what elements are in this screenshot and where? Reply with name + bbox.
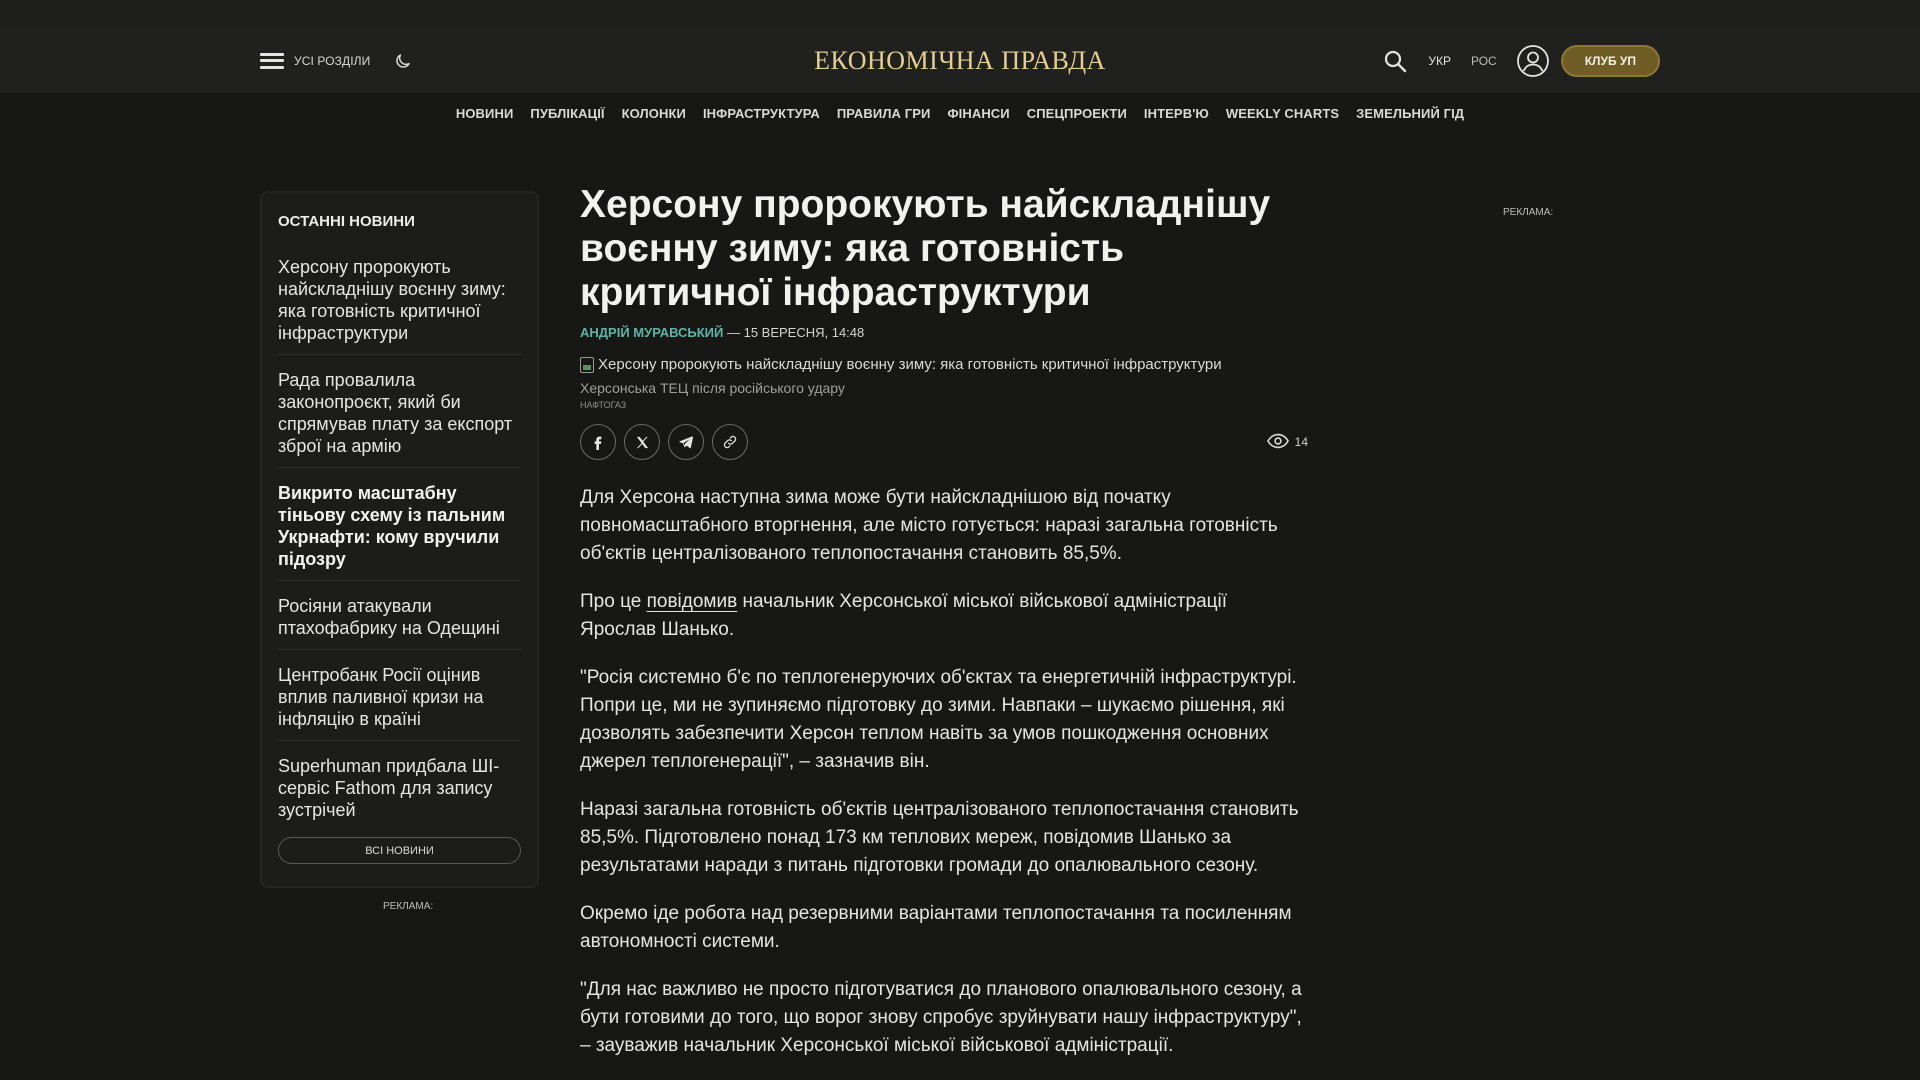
- nav-item-columns[interactable]: КОЛОНКИ: [622, 106, 686, 121]
- link-icon[interactable]: [712, 424, 748, 460]
- nav-item-land-guide[interactable]: ЗЕМЕЛЬНИЙ ГІД: [1356, 106, 1464, 121]
- header-right: УКР РОС КЛУБ УП: [1382, 28, 1660, 93]
- nav-item-interview[interactable]: ІНТЕРВ'Ю: [1144, 106, 1209, 121]
- views-count: 14: [1294, 435, 1308, 449]
- list-item[interactable]: Рада провалила законопроєкт, який би спр…: [278, 355, 521, 468]
- ad-label-right: РЕКЛАМА:: [1503, 207, 1554, 218]
- article-paragraph: Окремо іде робота над резервними варіант…: [580, 903, 1292, 952]
- image-credit: НАФТОГАЗ: [580, 400, 627, 410]
- broken-image-icon: [580, 356, 594, 373]
- nav-item-finance[interactable]: ФІНАНСИ: [947, 106, 1009, 121]
- article-paragraph: Для Херсона наступна зима може бути найс…: [580, 487, 1278, 564]
- byline: АНДРІЙ МУРАВСЬКИЙ — 15 ВЕРЕСНЯ, 14:48: [580, 325, 1308, 340]
- hamburger-icon[interactable]: [260, 52, 284, 69]
- all-sections-link[interactable]: УСІ РОЗДІЛИ: [294, 54, 370, 68]
- article-image: Херсону пророкують найскладнішу воєнну з…: [580, 356, 1308, 373]
- author-link[interactable]: АНДРІЙ МУРАВСЬКИЙ: [580, 325, 723, 340]
- source-link[interactable]: повідомив: [647, 591, 738, 612]
- nav-item-special-projects[interactable]: СПЕЦПРОЕКТИ: [1027, 106, 1127, 121]
- article-title: Херсону пророкують найскладнішу воєнну з…: [580, 183, 1271, 314]
- article-paragraph: Наразі загальна готовність об'єктів цент…: [580, 799, 1299, 876]
- nav-item-weekly-charts[interactable]: WEEKLY CHARTS: [1226, 106, 1339, 121]
- facebook-icon[interactable]: [580, 424, 616, 460]
- nav-item-infrastructure[interactable]: ІНФРАСТРУКТУРА: [703, 106, 820, 121]
- paragraph-text: Про це: [580, 591, 647, 612]
- list-item[interactable]: Херсону пророкують найскладнішу воєнну з…: [278, 242, 521, 355]
- article-paragraph: "Для нас важливо не просто підготуватися…: [580, 979, 1302, 1056]
- image-alt-text: Херсону пророкують найскладнішу воєнну з…: [598, 356, 1222, 373]
- search-icon[interactable]: [1382, 48, 1408, 74]
- page-content: ОСТАННІ НОВИНИ Херсону пророкують найскл…: [0, 133, 1920, 1080]
- lang-ukr[interactable]: УКР: [1428, 54, 1451, 68]
- main-nav: НОВИНИ ПУБЛІКАЦІЇ КОЛОНКИ ІНФРАСТРУКТУРА…: [0, 93, 1920, 133]
- lang-ros[interactable]: РОС: [1471, 54, 1497, 68]
- site-header: УСІ РОЗДІЛИ ЕКОНОМІЧНА ПРАВДА УКР РОС КЛ…: [0, 28, 1920, 93]
- nav-item-rules[interactable]: ПРАВИЛА ГРИ: [837, 106, 931, 121]
- telegram-icon[interactable]: [668, 424, 704, 460]
- article: Херсону пророкують найскладнішу воєнну з…: [580, 183, 1308, 1080]
- top-strip: [0, 0, 1920, 28]
- list-item[interactable]: Центробанк Росії оцінив вплив паливної к…: [278, 650, 521, 741]
- moon-icon[interactable]: [392, 50, 414, 72]
- latest-news-title: ОСТАННІ НОВИНИ: [278, 213, 415, 230]
- article-paragraph: Про це повідомив начальник Херсонської м…: [580, 588, 1308, 644]
- site-logo[interactable]: ЕКОНОМІЧНА ПРАВДА: [814, 28, 1106, 93]
- list-item[interactable]: Superhuman придбала ШІ-сервіс Fathom для…: [278, 741, 521, 831]
- view-counter: 14: [1266, 424, 1308, 460]
- header-left: УСІ РОЗДІЛИ: [260, 28, 414, 93]
- all-news-button[interactable]: ВСІ НОВИНИ: [278, 837, 521, 864]
- club-up-button[interactable]: КЛУБ УП: [1560, 44, 1660, 77]
- list-item[interactable]: Викрито масштабну тіньову схему із пальн…: [278, 468, 521, 581]
- nav-item-news[interactable]: НОВИНИ: [456, 106, 514, 121]
- article-paragraph: "Росія системно б'є по теплогенеруючих о…: [580, 667, 1297, 772]
- publish-date: — 15 ВЕРЕСНЯ, 14:48: [723, 325, 865, 340]
- share-bar: 14: [580, 424, 1308, 460]
- user-icon[interactable]: [1516, 44, 1549, 77]
- image-caption: Херсонська ТЕЦ після російського удару: [580, 380, 845, 396]
- nav-item-publications[interactable]: ПУБЛІКАЦІЇ: [530, 106, 604, 121]
- eye-icon: [1266, 433, 1289, 452]
- latest-news-sidebar: ОСТАННІ НОВИНИ Херсону пророкують найскл…: [260, 191, 539, 888]
- list-item[interactable]: Росіяни атакували птахофабрику на Одещин…: [278, 581, 521, 650]
- ad-label-left: РЕКЛАМА:: [383, 901, 434, 912]
- x-icon[interactable]: [624, 424, 660, 460]
